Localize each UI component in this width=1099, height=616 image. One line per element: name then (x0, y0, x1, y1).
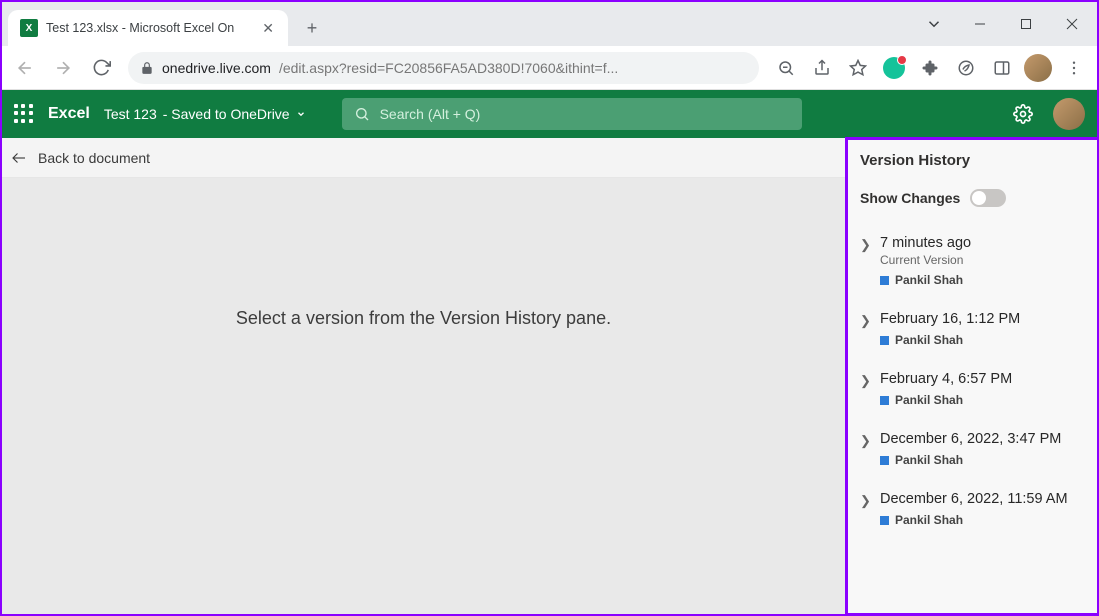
back-button[interactable] (8, 51, 42, 85)
empty-state-message: Select a version from the Version Histor… (2, 308, 845, 329)
version-time: February 16, 1:12 PM (880, 311, 1089, 327)
share-icon[interactable] (805, 51, 839, 85)
version-time: 7 minutes ago (880, 235, 1089, 251)
version-item[interactable]: ❯ February 4, 6:57 PM Pankil Shah (860, 371, 1089, 407)
arrow-left-icon (10, 149, 28, 167)
lock-icon (140, 61, 154, 75)
maximize-window-button[interactable] (1003, 7, 1049, 41)
show-changes-label: Show Changes (860, 190, 960, 206)
reload-button[interactable] (84, 51, 118, 85)
browser-tab[interactable]: X Test 123.xlsx - Microsoft Excel On ✕ (8, 10, 288, 46)
zoom-icon[interactable] (769, 51, 803, 85)
extensions-icon[interactable] (913, 51, 947, 85)
search-icon (354, 106, 370, 122)
chevron-right-icon: ❯ (860, 311, 872, 347)
panel-title: Version History (860, 152, 1089, 169)
version-author: Pankil Shah (895, 453, 963, 467)
show-changes-toggle[interactable] (970, 189, 1006, 207)
close-tab-icon[interactable]: ✕ (260, 20, 276, 37)
version-history-panel: Version History Show Changes ❯ 7 minutes… (845, 137, 1097, 616)
version-author: Pankil Shah (895, 513, 963, 527)
address-bar[interactable]: onedrive.live.com /edit.aspx?resid=FC208… (128, 52, 759, 84)
version-time: February 4, 6:57 PM (880, 371, 1089, 387)
tab-title: Test 123.xlsx - Microsoft Excel On (46, 21, 252, 35)
user-avatar[interactable] (1053, 98, 1085, 130)
version-item[interactable]: ❯ December 6, 2022, 11:59 AM Pankil Shah (860, 491, 1089, 527)
chevron-right-icon: ❯ (860, 431, 872, 467)
browser-chrome: X Test 123.xlsx - Microsoft Excel On ✕ + (2, 2, 1097, 90)
new-tab-button[interactable]: + (298, 14, 326, 42)
close-window-button[interactable] (1049, 7, 1095, 41)
version-list: ❯ 7 minutes ago Current Version Pankil S… (860, 235, 1089, 527)
save-status: - Saved to OneDrive (163, 106, 290, 122)
chevron-right-icon: ❯ (860, 491, 872, 527)
chevron-down-icon[interactable] (911, 7, 957, 41)
energy-leaf-icon[interactable] (949, 51, 983, 85)
document-name: Test 123 (104, 106, 157, 122)
grammarly-extension-icon[interactable] (877, 51, 911, 85)
search-input[interactable]: Search (Alt + Q) (342, 98, 802, 130)
version-item[interactable]: ❯ December 6, 2022, 3:47 PM Pankil Shah (860, 431, 1089, 467)
minimize-window-button[interactable] (957, 7, 1003, 41)
version-item[interactable]: ❯ February 16, 1:12 PM Pankil Shah (860, 311, 1089, 347)
content-area: Select a version from the Version Histor… (2, 178, 1097, 614)
version-author: Pankil Shah (895, 273, 963, 287)
chevron-right-icon: ❯ (860, 235, 872, 287)
version-item[interactable]: ❯ 7 minutes ago Current Version Pankil S… (860, 235, 1089, 287)
author-color-icon (880, 396, 889, 405)
tab-strip: X Test 123.xlsx - Microsoft Excel On ✕ + (2, 2, 1097, 46)
author-color-icon (880, 276, 889, 285)
chevron-down-icon (296, 109, 306, 119)
version-author: Pankil Shah (895, 393, 963, 407)
profile-avatar[interactable] (1021, 51, 1055, 85)
address-row: onedrive.live.com /edit.aspx?resid=FC208… (2, 46, 1097, 90)
document-info[interactable]: Test 123 - Saved to OneDrive (104, 106, 306, 122)
search-placeholder: Search (Alt + Q) (380, 106, 481, 122)
author-color-icon (880, 456, 889, 465)
settings-button[interactable] (1007, 98, 1039, 130)
app-brand: Excel (48, 105, 90, 123)
chevron-right-icon: ❯ (860, 371, 872, 407)
version-author: Pankil Shah (895, 333, 963, 347)
side-panel-icon[interactable] (985, 51, 1019, 85)
author-color-icon (880, 516, 889, 525)
kebab-menu-icon[interactable] (1057, 51, 1091, 85)
url-path: /edit.aspx?resid=FC20856FA5AD380D!7060&i… (279, 60, 747, 76)
back-to-document-label: Back to document (38, 150, 150, 166)
window-controls (911, 2, 1095, 46)
version-time: December 6, 2022, 3:47 PM (880, 431, 1089, 447)
version-time: December 6, 2022, 11:59 AM (880, 491, 1089, 507)
show-changes-row: Show Changes (860, 189, 1089, 207)
author-color-icon (880, 336, 889, 345)
url-domain: onedrive.live.com (162, 60, 271, 76)
bookmark-star-icon[interactable] (841, 51, 875, 85)
forward-button[interactable] (46, 51, 80, 85)
app-launcher-icon[interactable] (14, 104, 34, 124)
address-actions (769, 51, 1091, 85)
excel-header: Excel Test 123 - Saved to OneDrive Searc… (2, 90, 1097, 138)
version-subtitle: Current Version (880, 253, 1089, 267)
excel-favicon: X (20, 19, 38, 37)
